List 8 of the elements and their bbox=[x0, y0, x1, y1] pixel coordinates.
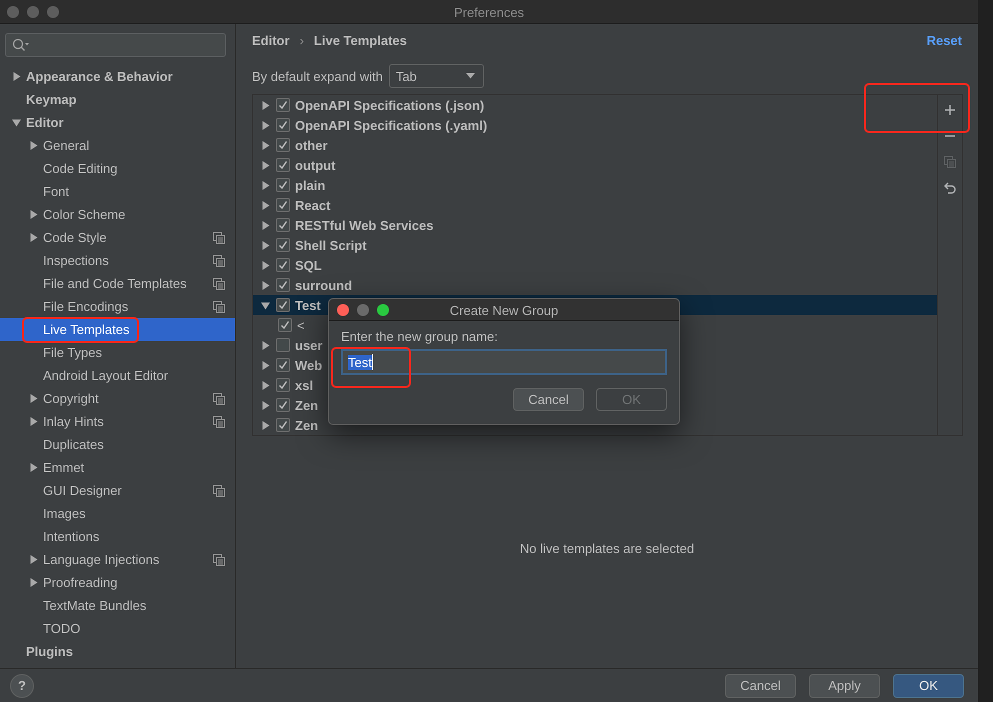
empty-message: No live templates are selected bbox=[520, 540, 694, 556]
window-title: Preferences bbox=[452, 5, 526, 20]
breadcrumb-separator: › bbox=[300, 32, 304, 48]
expand-label: By default expand with bbox=[252, 68, 383, 84]
breadcrumb-item: Live Templates bbox=[314, 32, 407, 48]
dialog-title: Create New Group bbox=[448, 303, 560, 318]
prompt-label: Enter the new group name: bbox=[341, 329, 499, 344]
breadcrumb-item: Editor bbox=[252, 32, 290, 48]
